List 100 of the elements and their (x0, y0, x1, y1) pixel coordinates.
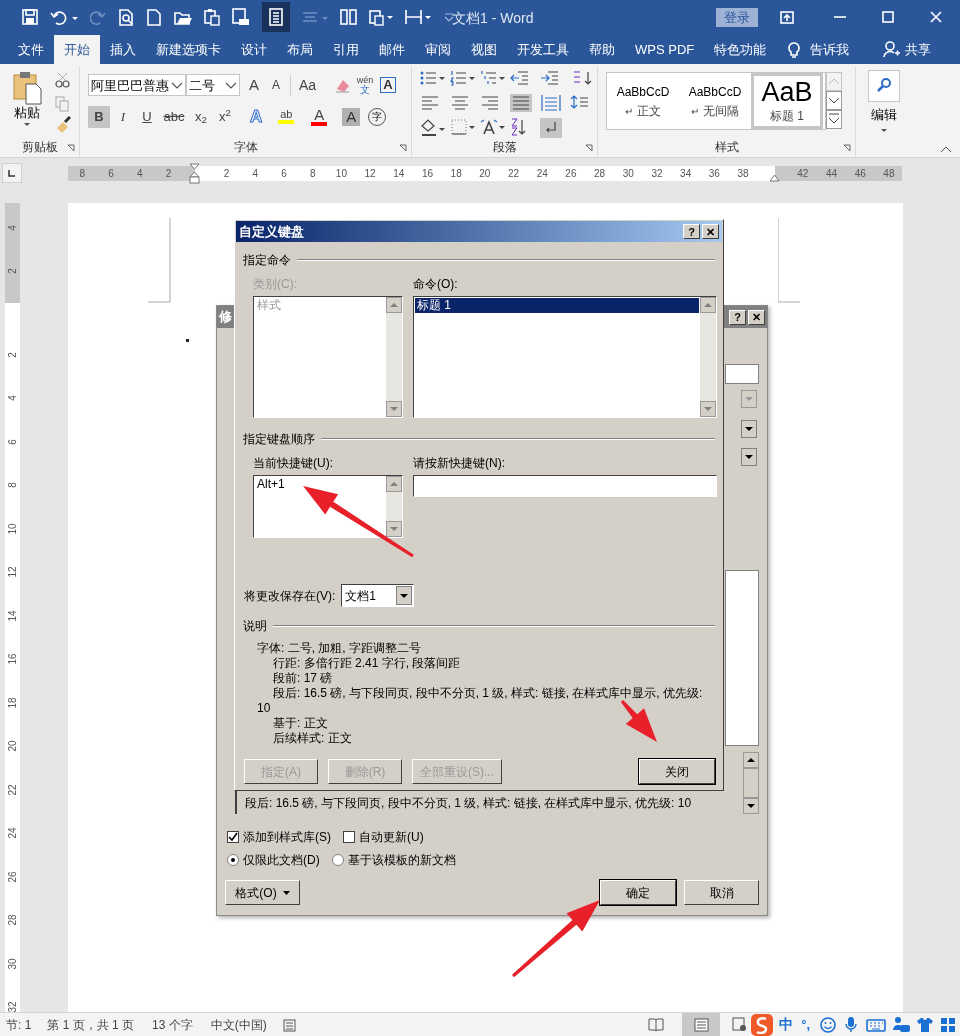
ribbon-tab[interactable]: 插入 (100, 35, 146, 64)
format-button[interactable]: I (112, 105, 134, 128)
radio-button[interactable] (331, 854, 344, 866)
font-name-dropdown[interactable]: 阿里巴巴普惠 (88, 74, 186, 97)
columns-icon[interactable] (340, 9, 357, 25)
indent-marker-icon[interactable] (189, 162, 200, 184)
scroll-thumb[interactable] (743, 768, 759, 798)
ribbon-tab[interactable]: 视图 (461, 35, 507, 64)
smiley-icon[interactable] (820, 1016, 836, 1033)
grid-icon[interactable] (940, 1016, 956, 1033)
font-color-button[interactable]: A (310, 107, 329, 126)
list-item[interactable]: 标题 1 (415, 298, 699, 313)
ribbon-tab[interactable]: 帮助 (579, 35, 625, 64)
share-button[interactable]: 共享 (883, 35, 932, 64)
format-dropdown-button[interactable]: 格式(O) (225, 880, 300, 905)
punctuation-button[interactable]: °, (801, 1014, 810, 1035)
format-button[interactable]: x$_{2}$ (190, 105, 212, 128)
print-preview-icon[interactable] (118, 8, 134, 26)
redo-icon[interactable] (90, 9, 106, 25)
checkbox[interactable] (227, 831, 239, 843)
close-button[interactable]: ✕ (702, 224, 719, 239)
close-button[interactable]: 关闭 (639, 759, 715, 784)
print-layout-button[interactable] (682, 1012, 721, 1036)
ribbon-tab[interactable]: 开始 (54, 35, 100, 64)
close-icon[interactable] (930, 11, 942, 23)
help-button[interactable]: ? (729, 309, 746, 325)
highlight-button[interactable]: ab (276, 109, 297, 125)
scroll-down-icon[interactable] (743, 798, 759, 814)
ribbon-tab[interactable]: 邮件 (369, 35, 415, 64)
tab-selector[interactable] (2, 163, 22, 183)
macro-icon[interactable] (282, 1017, 296, 1032)
page-size-icon[interactable] (232, 8, 250, 26)
character-border-button[interactable]: A (380, 77, 396, 94)
ribbon-display-icon[interactable] (780, 10, 794, 24)
input-field[interactable] (413, 475, 717, 497)
dialog-launcher-icon[interactable] (399, 144, 407, 152)
ribbon-tab[interactable]: 布局 (277, 35, 323, 64)
change-case-button[interactable]: Aa (290, 74, 324, 96)
format-button[interactable]: B (88, 105, 110, 128)
description-line: 段后: 16.5 磅, 与下段同页, 段中不分页, 1 级, 样式: 链接, 在样式库中显示, 优先级: 10 (257, 686, 704, 716)
phonetic-guide-button[interactable]: wén 文 (354, 75, 376, 96)
list-item[interactable]: Alt+1 (255, 477, 385, 492)
checkbox[interactable] (343, 831, 355, 843)
dialog-launcher-icon[interactable] (585, 144, 593, 152)
scroll-up-icon[interactable] (743, 752, 759, 768)
borders-icon[interactable] (450, 118, 476, 138)
shading-icon[interactable] (420, 118, 446, 138)
shirt-icon[interactable] (916, 1016, 934, 1033)
read-mode-icon[interactable] (648, 1017, 665, 1032)
paste-icon[interactable] (204, 8, 220, 26)
close-button[interactable]: ✕ (748, 309, 765, 325)
paste-special-icon[interactable] (369, 8, 393, 26)
style-item[interactable]: AaB 标题 1 (751, 73, 823, 129)
scissors-icon[interactable] (55, 72, 70, 88)
ribbon-tab[interactable]: 文件 (8, 35, 54, 64)
keyboard-icon[interactable] (866, 1016, 886, 1033)
tell-me-button[interactable]: 告诉我 (810, 39, 850, 60)
ribbon-tab[interactable]: 审阅 (415, 35, 461, 64)
scroll-down-icon[interactable] (826, 91, 842, 110)
more-icon[interactable] (826, 110, 842, 129)
new-document-icon[interactable] (146, 8, 162, 26)
radio-button[interactable] (227, 854, 239, 866)
ribbon-tab[interactable]: 开发工具 (507, 35, 579, 64)
paste-button[interactable]: 粘贴 (12, 70, 42, 126)
ribbon-tab[interactable]: 新建选项卡 (146, 35, 231, 64)
format-button[interactable]: x$^{2}$ (214, 105, 236, 128)
save-in-dropdown[interactable]: 文档1 (341, 584, 415, 607)
dialog-launcher-icon[interactable] (67, 144, 75, 152)
microphone-icon[interactable] (844, 1016, 858, 1033)
ribbon-tab[interactable]: WPS PDF (625, 35, 705, 64)
ime-logo[interactable] (751, 1013, 774, 1036)
save-icon[interactable] (22, 9, 38, 25)
ribbon-tab[interactable]: 设计 (231, 35, 277, 64)
font-size-dropdown[interactable]: 二号 (186, 74, 240, 97)
web-layout-icon[interactable] (732, 1017, 748, 1032)
dialog-launcher-icon[interactable] (843, 144, 851, 152)
editing-button[interactable]: 编辑 (868, 70, 900, 132)
format-painter-icon[interactable] (55, 116, 71, 134)
ime-mode-button[interactable]: 中 (779, 1014, 794, 1035)
undo-icon[interactable] (50, 9, 78, 25)
help-button[interactable]: ? (683, 224, 700, 239)
format-button[interactable]: U (136, 105, 158, 128)
character-shading-button[interactable]: A (342, 107, 361, 126)
input-field[interactable] (725, 364, 759, 384)
collapse-ribbon-icon[interactable] (940, 146, 952, 153)
grow-font-button[interactable]: A (244, 74, 264, 97)
maximize-icon[interactable] (882, 11, 894, 23)
cancel-button[interactable]: 取消 (684, 880, 759, 905)
right-indent-marker-icon[interactable] (769, 173, 780, 182)
ribbon-tab[interactable]: 引用 (323, 35, 369, 64)
spacing-icon[interactable] (405, 9, 431, 25)
list-box[interactable]: Alt+1 (253, 475, 403, 538)
folder-icon[interactable] (174, 9, 192, 25)
list-box[interactable]: 标题 1 (413, 296, 717, 418)
format-button[interactable]: abc (160, 105, 188, 128)
ok-button[interactable]: 确定 (600, 880, 676, 905)
user-badge-icon[interactable] (892, 1016, 910, 1033)
shrink-font-button[interactable]: A (268, 76, 284, 95)
ribbon-tab[interactable]: 特色功能 (704, 35, 777, 64)
reading-view-button[interactable] (262, 2, 290, 32)
